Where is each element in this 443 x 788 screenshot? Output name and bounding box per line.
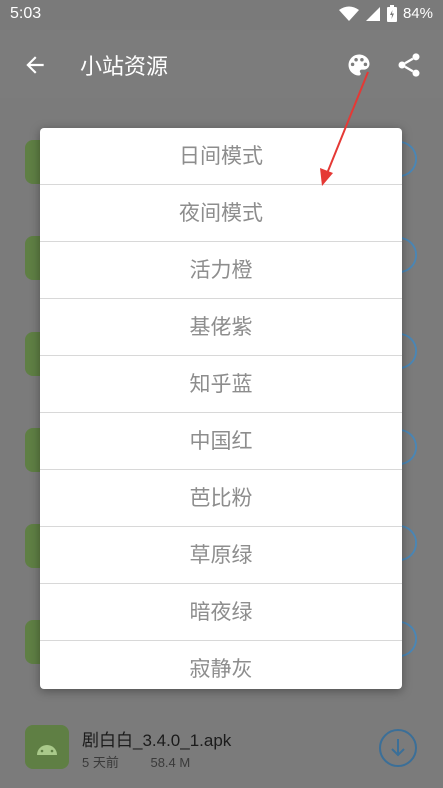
menu-item-blue[interactable]: 知乎蓝 (40, 356, 402, 413)
battery-percent: 84% (402, 5, 433, 22)
file-name: 剧白白_3.4.0_1.apk (82, 731, 232, 750)
menu-item-day-mode[interactable]: 日间模式 (40, 128, 402, 185)
palette-icon[interactable] (345, 51, 373, 79)
status-time: 5:03 (10, 5, 42, 22)
menu-item-silent-gray[interactable]: 寂静灰 (40, 641, 402, 689)
signal-icon (365, 6, 380, 21)
menu-item-grassland-green[interactable]: 草原绿 (40, 527, 402, 584)
file-age: 5 天前 (82, 755, 119, 770)
file-size: 58.4 M (150, 755, 191, 770)
download-icon[interactable] (378, 728, 418, 768)
status-icons: 84% (338, 5, 433, 22)
battery-icon (386, 5, 397, 22)
page-title: 小站资源 (80, 55, 169, 80)
theme-menu: 日间模式 夜间模式 活力橙 基佬紫 知乎蓝 中国红 芭比粉 草原绿 暗夜绿 寂静… (40, 128, 402, 689)
app-bar: 小站资源 (0, 30, 443, 98)
menu-item-purple[interactable]: 基佬紫 (40, 299, 402, 356)
share-icon[interactable] (395, 51, 423, 79)
menu-item-night-mode[interactable]: 夜间模式 (40, 185, 402, 242)
status-bar: 5:03 84% (0, 0, 443, 30)
menu-item-pink[interactable]: 芭比粉 (40, 470, 402, 527)
arrow-left-icon[interactable] (22, 52, 48, 78)
wifi-icon (338, 6, 359, 21)
list-item[interactable]: 剧白白_3.4.0_1.apk 5 天前 58.4 M (0, 700, 443, 788)
android-app-icon (25, 725, 69, 769)
menu-item-red[interactable]: 中国红 (40, 413, 402, 470)
menu-item-dark-green[interactable]: 暗夜绿 (40, 584, 402, 641)
file-meta: 5 天前 58.4 M (82, 752, 218, 771)
menu-item-orange[interactable]: 活力橙 (40, 242, 402, 299)
